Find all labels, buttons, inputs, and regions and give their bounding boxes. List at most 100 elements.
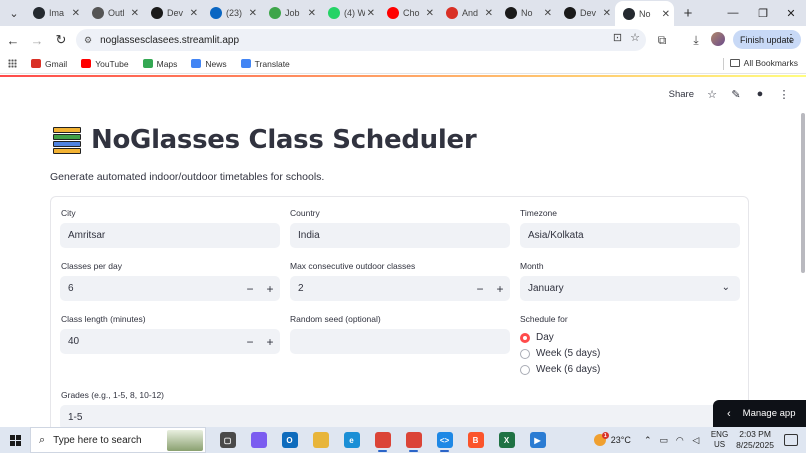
classes-per-day-input[interactable]: 6 − + xyxy=(60,276,280,301)
minimize-icon[interactable]: — xyxy=(718,0,748,26)
close-tab-icon[interactable]: ✕ xyxy=(367,8,375,19)
all-bookmarks-button[interactable]: All Bookmarks xyxy=(729,58,798,68)
country-input[interactable]: India xyxy=(290,223,510,248)
brave-taskbar-button[interactable]: B xyxy=(460,427,491,453)
browser-tab[interactable]: Cho ✕ xyxy=(379,1,438,25)
address-bar[interactable]: ⚙ noglassesclasees.streamlit.app ⊡ ☆ xyxy=(76,29,646,51)
close-tab-icon[interactable]: ✕ xyxy=(485,8,493,19)
excel-taskbar-button[interactable]: X xyxy=(491,427,522,453)
profile-avatar[interactable] xyxy=(711,32,725,46)
browser-tab[interactable]: (4) W ✕ xyxy=(320,1,379,25)
start-button[interactable] xyxy=(0,427,30,453)
battery-icon[interactable]: ▭ xyxy=(657,435,671,446)
tab-search-icon[interactable]: ⌄ xyxy=(3,2,25,24)
star-icon[interactable]: ☆ xyxy=(706,88,718,101)
taskbar-search[interactable]: ⌕ Type here to search xyxy=(30,427,206,453)
increment-button[interactable]: + xyxy=(260,276,280,301)
close-tab-icon[interactable]: ✕ xyxy=(662,9,670,20)
timezone-input[interactable]: Asia/Kolkata xyxy=(520,223,740,248)
random-seed-input[interactable] xyxy=(290,329,510,354)
radio-unselected-icon[interactable] xyxy=(520,348,530,359)
bookmark-item[interactable]: Gmail xyxy=(31,59,67,69)
site-info-icon[interactable]: ⚙ xyxy=(84,35,92,46)
browser-tab[interactable]: (23) ✕ xyxy=(202,1,261,25)
outlook-taskbar-button[interactable]: O xyxy=(274,427,305,453)
folder-icon xyxy=(729,59,740,67)
reload-icon[interactable]: ↻ xyxy=(50,29,72,51)
close-tab-icon[interactable]: ✕ xyxy=(544,8,552,19)
close-tab-icon[interactable]: ✕ xyxy=(72,8,80,19)
browser-tab[interactable]: Dev ✕ xyxy=(143,1,202,25)
bookmark-item[interactable]: News xyxy=(191,59,227,69)
file-explorer-taskbar-button[interactable] xyxy=(305,427,336,453)
month-select[interactable]: January ⌄ xyxy=(520,276,740,301)
volume-icon[interactable]: ◁ xyxy=(689,435,703,446)
decrement-button[interactable]: − xyxy=(470,276,490,301)
close-tab-icon[interactable]: ✕ xyxy=(131,8,139,19)
radio-option-week-6[interactable]: Week (6 days) xyxy=(520,364,600,375)
chevron-up-icon[interactable]: ⌃ xyxy=(641,435,655,446)
weather-widget[interactable]: 1 23°C xyxy=(593,432,631,446)
back-icon[interactable]: ← xyxy=(2,29,24,51)
wifi-icon[interactable]: ◠ xyxy=(673,435,687,446)
max-outdoor-input[interactable]: 2 − + xyxy=(290,276,510,301)
grades-input[interactable]: 1-5 xyxy=(60,405,740,427)
app-menu-icon[interactable]: ⋮ xyxy=(778,88,790,101)
more-menu-icon[interactable]: ⋮ xyxy=(786,33,796,44)
vscode-taskbar-button[interactable]: <> xyxy=(429,427,460,453)
bookmark-item[interactable]: Maps xyxy=(142,59,177,69)
chevron-left-icon: ‹ xyxy=(727,407,731,420)
radio-option-day[interactable]: Day xyxy=(520,332,554,343)
browser-tab[interactable]: No ✕ xyxy=(615,1,674,27)
share-button[interactable]: Share xyxy=(669,89,694,100)
apps-grid-icon[interactable] xyxy=(8,59,17,68)
bookmarks-bar: Gmail YouTube Maps News Translate All Bookma… xyxy=(0,54,806,74)
notification-icon[interactable] xyxy=(784,434,798,446)
browser-tab[interactable]: Ima ✕ xyxy=(25,1,84,25)
increment-button[interactable]: + xyxy=(260,329,280,354)
close-tab-icon[interactable]: ✕ xyxy=(603,8,611,19)
browser-tab[interactable]: No ✕ xyxy=(497,1,556,25)
decrement-button[interactable]: − xyxy=(240,276,260,301)
close-tab-icon[interactable]: ✕ xyxy=(308,8,316,19)
forward-icon[interactable]: → xyxy=(26,29,48,51)
new-tab-icon[interactable]: + xyxy=(678,5,698,22)
download-icon[interactable]: ⤓ xyxy=(686,30,706,50)
task-view-taskbar-button[interactable]: ▢ xyxy=(212,427,243,453)
search-highlight-image xyxy=(167,430,203,451)
class-length-input[interactable]: 40 − + xyxy=(60,329,280,354)
close-window-icon[interactable]: ✕ xyxy=(776,0,806,26)
browser-tab[interactable]: Dev ✕ xyxy=(556,1,615,25)
chrome-taskbar-button[interactable] xyxy=(367,427,398,453)
finish-update-button[interactable]: Finish update ⋮ xyxy=(733,30,801,49)
increment-button[interactable]: + xyxy=(490,276,510,301)
bookmark-item[interactable]: YouTube xyxy=(81,59,129,69)
close-tab-icon[interactable]: ✕ xyxy=(190,8,198,19)
decrement-button[interactable]: − xyxy=(240,329,260,354)
copilot-taskbar-button[interactable] xyxy=(243,427,274,453)
manage-app-button[interactable]: ‹ Manage app xyxy=(713,400,806,427)
azure-data-studio-taskbar-button[interactable]: ▶ xyxy=(522,427,553,453)
edge-taskbar-button[interactable]: e xyxy=(336,427,367,453)
github-icon[interactable]: ● xyxy=(754,88,766,100)
city-input[interactable]: Amritsar xyxy=(60,223,280,248)
close-tab-icon[interactable]: ✕ xyxy=(249,8,257,19)
class-length-stepper: − + xyxy=(240,329,280,354)
extensions-icon[interactable]: ⧉ xyxy=(652,30,672,50)
bookmark-item[interactable]: Translate xyxy=(240,59,290,69)
chrome-profile-taskbar-button[interactable] xyxy=(398,427,429,453)
browser-tab[interactable]: And ✕ xyxy=(438,1,497,25)
edit-pencil-icon[interactable]: ✎ xyxy=(730,88,742,101)
maximize-icon[interactable]: ❐ xyxy=(748,0,778,26)
radio-selected-icon[interactable] xyxy=(520,332,530,343)
page-scrollbar[interactable] xyxy=(801,113,805,273)
bookmark-star-icon[interactable]: ☆ xyxy=(630,31,640,44)
close-tab-icon[interactable]: ✕ xyxy=(426,8,434,19)
browser-tab[interactable]: Job ✕ xyxy=(261,1,320,25)
radio-option-week-5[interactable]: Week (5 days) xyxy=(520,348,600,359)
browser-tab[interactable]: Outl ✕ xyxy=(84,1,143,25)
radio-unselected-icon[interactable] xyxy=(520,364,530,375)
install-app-icon[interactable]: ⊡ xyxy=(613,31,622,44)
language-indicator[interactable]: ENG US xyxy=(711,430,728,450)
clock[interactable]: 2:03 PM 8/25/2025 xyxy=(736,429,774,451)
